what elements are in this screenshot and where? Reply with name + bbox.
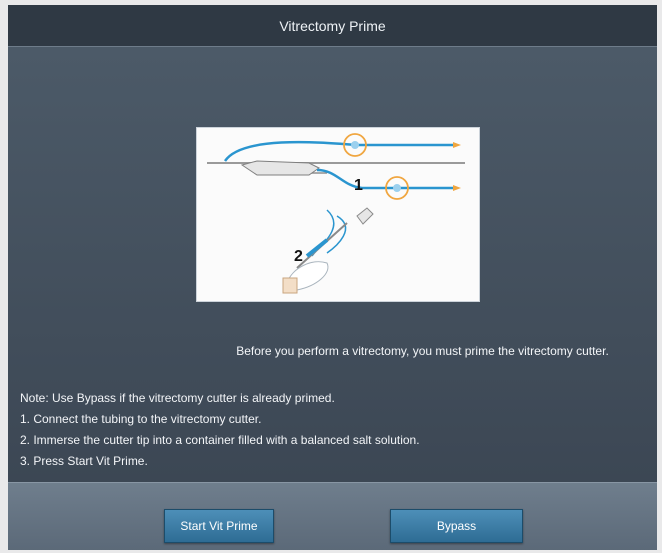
tubing-diagram: 1 2 — [207, 133, 465, 294]
bypass-label: Bypass — [436, 519, 477, 533]
step1-label: 1 — [354, 177, 363, 194]
start-vit-prime-label: Start Vit Prime — [180, 519, 258, 533]
step-press-start: 3. Press Start Vit Prime. — [20, 454, 148, 468]
title-bar: Vitrectomy Prime — [8, 5, 657, 47]
step-immerse-tip: 2. Immerse the cutter tip into a contain… — [20, 433, 420, 447]
start-vit-prime-button[interactable]: Start Vit Prime — [164, 509, 274, 543]
step2-label: 2 — [294, 248, 303, 265]
action-bar: Start Vit Prime Bypass — [8, 482, 657, 550]
note-bypass: Note: Use Bypass if the vitrectomy cutte… — [20, 391, 335, 405]
instructions-panel: 1 2 Before you perform a vitrectomy, you… — [8, 47, 657, 482]
dialog-title: Vitrectomy Prime — [279, 17, 386, 34]
bypass-button[interactable]: Bypass — [390, 509, 523, 543]
step-connect-tubing: 1. Connect the tubing to the vitrectomy … — [20, 412, 262, 426]
vitrectomy-prime-dialog: Vitrectomy Prime 1 2 Before you perform … — [8, 5, 657, 550]
instruction-list: Note: Use Bypass if the vitrectomy cutte… — [20, 388, 420, 472]
intro-text: Before you perform a vitrectomy, you mus… — [236, 344, 609, 358]
vitrectomy-cutter-illustration: 1 2 — [196, 127, 480, 302]
